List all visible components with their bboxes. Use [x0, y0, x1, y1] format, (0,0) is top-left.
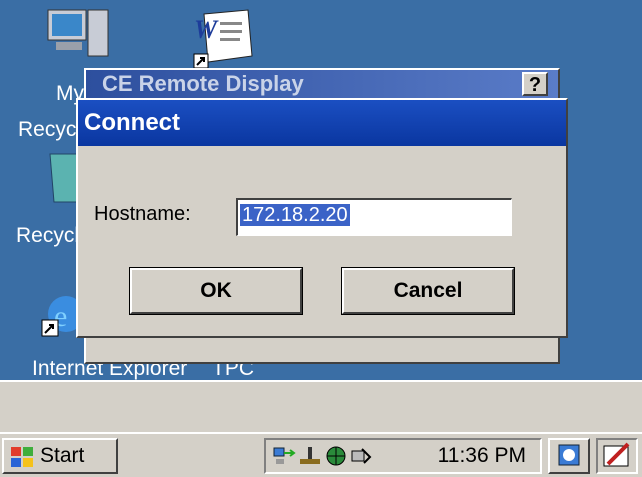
my-computer-icon[interactable]: [44, 4, 114, 64]
start-label: Start: [40, 444, 85, 467]
hostname-input[interactable]: 172.18.2.20: [236, 198, 512, 236]
remote-display-title: CE Remote Display: [86, 70, 558, 98]
taskbar: Start 11:36 PM: [0, 432, 642, 477]
cancel-button[interactable]: Cancel: [341, 267, 515, 315]
input-panel-button[interactable]: [596, 438, 638, 474]
desktop-icon: [558, 444, 580, 466]
system-tray: 11:36 PM: [264, 438, 542, 474]
connect-dialog: Connect Hostname: 172.18.2.20 OK Cancel: [76, 98, 568, 338]
usb-icon[interactable]: [298, 445, 322, 467]
hostname-label: Hostname:: [94, 203, 191, 225]
start-button[interactable]: Start: [2, 438, 118, 474]
hostname-value: 172.18.2.20: [240, 204, 350, 226]
windows-flag-icon: [11, 447, 33, 467]
show-desktop-button[interactable]: [548, 438, 590, 474]
svg-text:W: W: [194, 15, 219, 44]
connection-icon[interactable]: [350, 445, 374, 467]
pen-icon: [603, 442, 630, 467]
status-strip: [0, 380, 642, 432]
globe-icon[interactable]: [324, 445, 348, 467]
ok-button[interactable]: OK: [129, 267, 303, 315]
dialog-title: Connect: [78, 100, 566, 146]
help-button[interactable]: ?: [522, 72, 548, 96]
clock[interactable]: 11:36 PM: [438, 444, 526, 468]
network-icon[interactable]: [272, 445, 296, 467]
word-document-icon[interactable]: W: [190, 8, 260, 72]
